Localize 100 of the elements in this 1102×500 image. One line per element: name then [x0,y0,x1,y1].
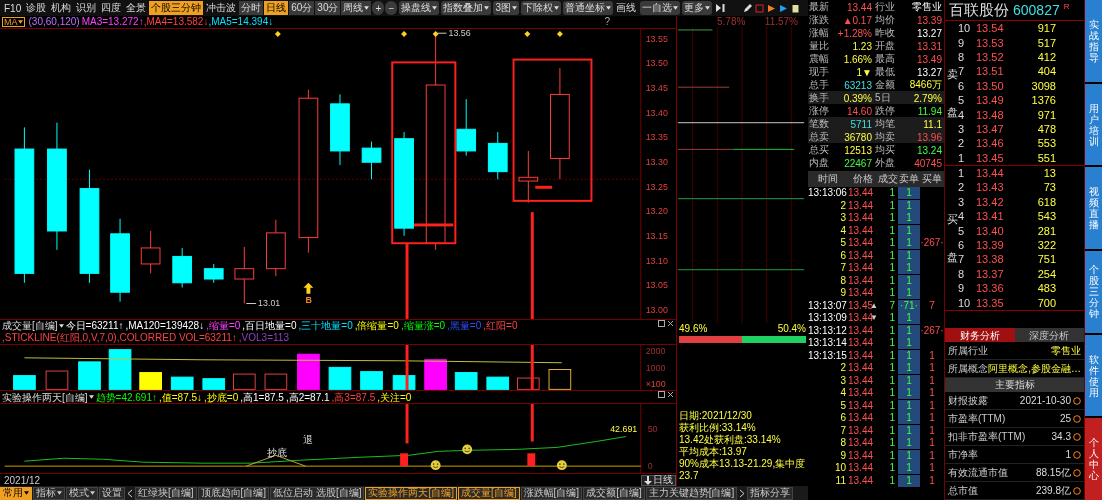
metric-label: 有效流通市值 [948,465,1008,480]
circle-marker-icon [1073,468,1081,477]
indicator-tab[interactable]: 指标分享 [747,486,794,500]
clipboard-icon[interactable] [791,3,800,13]
indicator-tab[interactable]: 成交额[自编] [583,486,645,500]
tick-volume: 1 [888,249,896,262]
metric-label: 市盈率(TTM) [948,411,1006,426]
tick-time: 6 [839,249,847,262]
indicator-name-dropdown[interactable]: 实验操作两天[自编] [2,391,94,403]
side-tab[interactable]: 个人中心 [1085,418,1102,500]
side-tab[interactable]: 软件使用 [1085,334,1102,417]
indicator-formula: ,缩量涨=0 [400,320,446,332]
analysis-tab[interactable]: 财务分析 [945,328,1015,342]
metric-label: 总市值 [948,483,978,498]
caret-icon [24,491,29,495]
toolbar-button[interactable]: 下除权 [521,1,562,15]
order-volume: 13 [1042,167,1056,180]
toolbar-button[interactable]: 30分 [315,1,341,15]
indicator-formula: ,倍缩量=0 [354,320,399,332]
indicator-tab[interactable]: 实验操作两天[自编] [365,486,458,500]
maximize-icon[interactable] [658,391,665,399]
indicator-tab[interactable]: 顶底趋向[自编] [197,486,270,500]
tick-time: 13:13:06 [808,187,848,200]
smiley-icon [462,444,473,455]
quote-value: 8466万 [908,78,943,92]
toolbar-button[interactable]: 一自选 [640,1,681,15]
indicator-formula: ,高3=87.5 [331,391,376,403]
toolbar-button[interactable]: 画线 [614,1,639,15]
indicator-tab[interactable]: 成交量[自编] [458,486,520,500]
toolbar-button[interactable]: 四度 [99,1,124,15]
signal-line [530,404,534,442]
toolbar-button[interactable]: 周线 [341,1,372,15]
side-tab[interactable]: 视频直播 [1085,167,1102,249]
toolbar-button[interactable]: 识别 [74,1,99,15]
indicator-tab[interactable]: 低位启动 选股[自编] [270,486,365,500]
order-volume: 483 [1036,282,1056,295]
order-price: 13.53 [976,36,1005,49]
leader-line [245,302,257,304]
sell-order: 1 [898,249,920,262]
tick-time: 10 [833,462,847,475]
volume-unit-label: ×100 [645,379,666,390]
toolbar-button[interactable]: F10 [2,1,24,15]
quote-label: 换手 [809,91,830,105]
close-icon[interactable] [667,391,674,399]
ma-dropdown[interactable]: MA [2,16,25,27]
quote-label: 总手 [809,78,830,92]
indicator-tab[interactable]: 常用 [0,486,32,500]
price-axis-label: 13.00 [645,304,668,315]
quote-label: 金额 [875,78,896,92]
toolbar-button[interactable]: − [385,1,398,15]
indicator-formula: ,MA120=139428↓ [125,320,205,332]
toolbar-button[interactable]: 机构 [49,1,74,15]
price-axis-label: 13.30 [645,156,668,167]
toolbar-button[interactable]: 3图 [493,1,520,15]
tick-time: 4 [839,224,847,237]
order-level: 6 [958,239,966,252]
indicator-tab[interactable]: 指标 [33,486,65,500]
indicator-tab[interactable]: 主力关键趋势[自编] [645,486,738,500]
candlestick [518,150,539,204]
toolbar-button[interactable]: 分时 [239,1,264,15]
order-level: 10 [958,22,972,35]
toolbar-button[interactable]: 全景 [124,1,149,15]
side-tab[interactable]: 个股三分钟 [1085,251,1102,333]
toolbar-button[interactable]: 个股三分钟 [149,1,204,15]
buy-order: 1 [928,399,936,412]
tick-time: 13:13:14 [808,337,848,350]
help-mark[interactable]: ? [604,16,610,28]
indicator-axis-label: 50 [647,423,658,434]
indicator-tab[interactable]: 涨跌幅[自编] [520,486,583,500]
pencil-icon[interactable] [743,3,752,13]
sell-order: 1 [898,224,920,237]
order-price: 13.39 [976,239,1005,252]
indicator-tab[interactable]: 红绿块[自编] [135,486,197,500]
indicator-name-dropdown[interactable]: 成交量[自编] [2,320,64,332]
toolbar-button[interactable]: + [372,1,385,15]
maximize-icon[interactable] [658,319,665,327]
toolbar-button[interactable]: 诊股 [24,1,49,15]
toolbar-button[interactable]: 更多 [682,1,713,15]
indicator-tab[interactable]: 模式 [66,486,98,500]
toolbar-button[interactable]: 日线 [264,1,289,15]
toolbar-button[interactable]: 60分 [289,1,315,15]
quote-label: 震幅 [809,52,830,66]
toolbar-button[interactable]: 操盘线 [399,1,440,15]
tick-time: 7 [839,262,847,275]
collapse-icon[interactable] [716,3,726,13]
close-icon[interactable] [667,319,674,327]
side-tab[interactable]: 实战指导 [1085,0,1102,82]
period-button[interactable]: 日线 [641,474,676,486]
toolbar-button[interactable]: 冲击波 [204,1,239,15]
toolbar-button[interactable]: 指数叠加 [441,1,492,15]
buy-signal-label: B [305,295,312,306]
marker-bar [527,453,536,467]
indicator-tab[interactable]: 设置 [99,486,125,500]
quote-value: +1.28% [836,27,873,39]
analysis-tab[interactable]: 深度分析 [1014,328,1084,342]
side-tab[interactable]: 用户培训 [1085,83,1102,166]
sell-order: 1 [898,237,920,250]
toolbar-button[interactable]: 普通坐标 [563,1,614,15]
sell-order: 1 [898,187,920,200]
quote-value: 12513 [843,144,873,156]
